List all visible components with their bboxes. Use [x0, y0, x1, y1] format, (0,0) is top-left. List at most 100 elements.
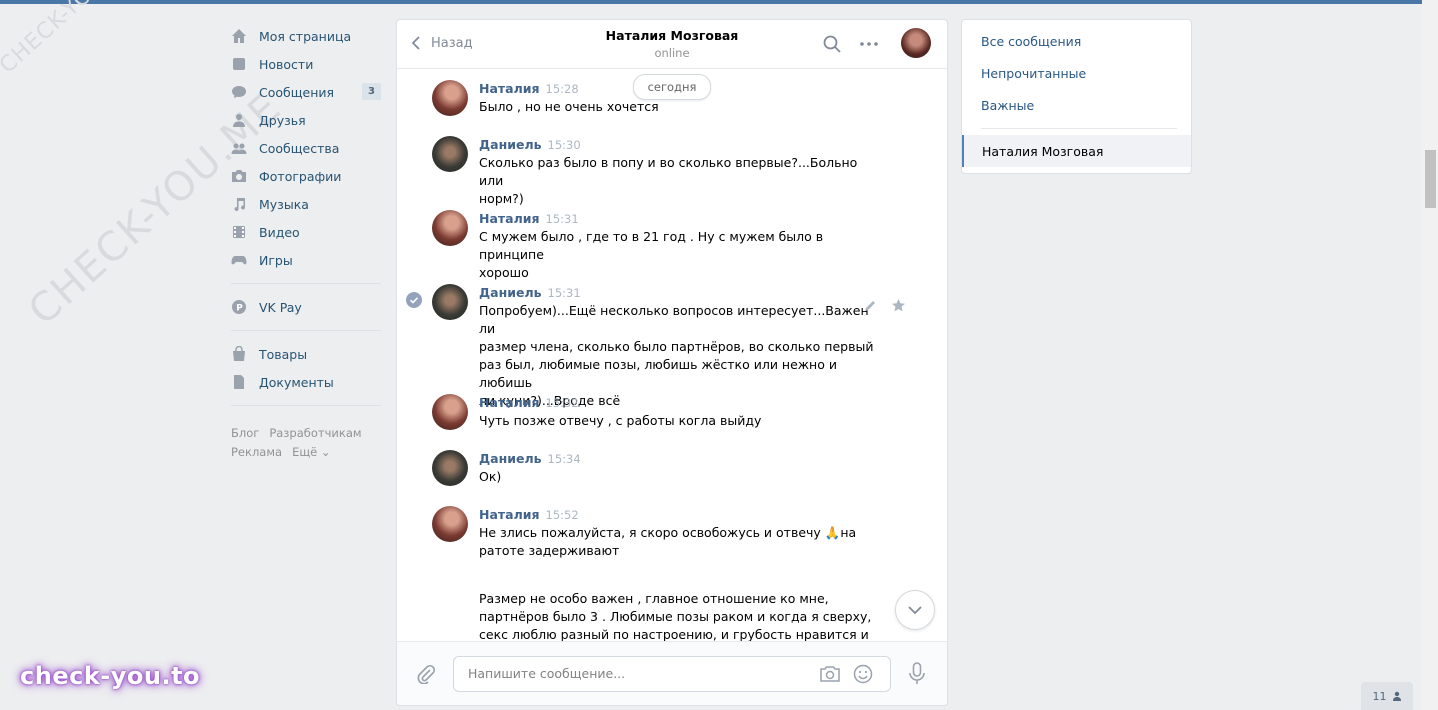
- message-text: Не злись пожалуйста, я скоро освобожусь …: [479, 525, 857, 558]
- online-count: 11: [1372, 689, 1387, 703]
- sidebar-item-label: Музыка: [259, 196, 309, 212]
- filter-all-messages[interactable]: Все сообщения: [981, 34, 1081, 49]
- bag-icon: [231, 346, 247, 362]
- message-time[interactable]: 15:31: [548, 286, 581, 300]
- message-text: Чуть позже отвечу , с работы когла выйду: [479, 413, 762, 428]
- message-text: Ок): [479, 469, 502, 484]
- avatar[interactable]: [432, 80, 468, 116]
- message-author[interactable]: Наталия: [479, 211, 540, 226]
- message-text: С мужем было , где то в 21 год . Ну с му…: [479, 229, 824, 280]
- page-scrollbar[interactable]: [1422, 0, 1438, 710]
- emoji-icon[interactable]: [853, 664, 873, 684]
- message-time[interactable]: 15:34: [548, 452, 581, 466]
- avatar[interactable]: [432, 506, 468, 542]
- sidebar-item-label: Моя страница: [259, 28, 352, 44]
- avatar[interactable]: [432, 210, 468, 246]
- sidebar-item-label: Друзья: [259, 112, 306, 128]
- sidebar-item-video[interactable]: Видео: [229, 218, 381, 246]
- message-time[interactable]: 15:31: [546, 212, 579, 226]
- watermark-brand: check-you.to: [20, 662, 201, 690]
- microphone-icon[interactable]: [907, 662, 927, 686]
- sidebar-divider: [231, 405, 381, 406]
- filter-unread[interactable]: Непрочитанные: [981, 66, 1086, 81]
- sidebar-item-photos[interactable]: Фотографии: [229, 162, 381, 190]
- avatar[interactable]: [432, 450, 468, 486]
- scroll-down-button[interactable]: [895, 590, 935, 630]
- chevron-down-icon: [908, 606, 922, 615]
- messages-count-badge: 3: [362, 83, 381, 100]
- message-text: Размер не особо важен , главное отношени…: [479, 591, 872, 641]
- avatar[interactable]: [432, 284, 468, 320]
- home-icon: [231, 28, 247, 44]
- footer-link-more[interactable]: Ещё ⌄: [292, 445, 330, 459]
- chat-panel: Назад Наталия Мозговая online Наталия 15:…: [396, 19, 948, 706]
- message-time[interactable]: 15:30: [548, 138, 581, 152]
- selected-check-icon[interactable]: [406, 292, 422, 308]
- message-input[interactable]: [466, 665, 810, 682]
- sidebar-item-label: VK Pay: [259, 299, 302, 315]
- sidebar-divider: [231, 330, 381, 331]
- message-author[interactable]: Даниель: [479, 285, 542, 300]
- sidebar-item-label: Документы: [259, 374, 334, 390]
- sidebar-item-news[interactable]: Новости: [229, 50, 381, 78]
- message-author[interactable]: Даниель: [479, 451, 542, 466]
- date-divider: сегодня: [633, 74, 711, 100]
- search-icon[interactable]: [822, 34, 842, 54]
- sidebar-item-documents[interactable]: Документы: [229, 368, 381, 396]
- avatar[interactable]: [432, 394, 468, 430]
- sidebar-item-vkpay[interactable]: P VK Pay: [229, 293, 381, 321]
- music-icon: [231, 196, 247, 212]
- top-bar: [0, 0, 1422, 4]
- avatar[interactable]: [901, 28, 931, 58]
- chat-header: Назад Наталия Мозговая online: [397, 20, 947, 69]
- user-icon: [1392, 691, 1401, 701]
- footer-link-ads[interactable]: Реклама: [231, 445, 282, 459]
- messages-icon: [231, 84, 247, 100]
- left-sidebar: Моя страница Новости Сообщения 3 Друзья …: [229, 22, 381, 462]
- message-input-box[interactable]: [453, 656, 891, 692]
- message-history[interactable]: Наталия 15:28 Было , но не очень хочется …: [397, 69, 947, 641]
- sidebar-item-label: Видео: [259, 224, 300, 240]
- filter-divider: [981, 128, 1177, 129]
- active-conversation-item[interactable]: Наталия Мозговая: [962, 135, 1191, 167]
- camera-icon: [231, 168, 247, 184]
- active-conversation-name: Наталия Мозговая: [982, 144, 1104, 159]
- sidebar-item-games[interactable]: Игры: [229, 246, 381, 274]
- message-author[interactable]: Наталия: [479, 81, 540, 96]
- message-time[interactable]: 15:28: [546, 82, 579, 96]
- watermark-small: CHECK-YOU.ME: [0, 0, 143, 79]
- sidebar-item-label: Сообщества: [259, 140, 340, 156]
- sidebar-item-label: Сообщения: [259, 84, 335, 100]
- sidebar-item-goods[interactable]: Товары: [229, 340, 381, 368]
- sidebar-item-friends[interactable]: Друзья: [229, 106, 381, 134]
- page-scrollbar-thumb[interactable]: [1425, 150, 1436, 208]
- filter-important[interactable]: Важные: [981, 98, 1034, 113]
- message-time[interactable]: 15:32: [546, 396, 579, 410]
- message-author[interactable]: Наталия: [479, 395, 540, 410]
- composer: [397, 641, 947, 705]
- sidebar-item-messages[interactable]: Сообщения 3: [229, 78, 381, 106]
- sidebar-item-label: Товары: [259, 346, 308, 362]
- sidebar-item-groups[interactable]: Сообщества: [229, 134, 381, 162]
- document-icon: [231, 374, 247, 390]
- message-author[interactable]: Наталия: [479, 507, 540, 522]
- sidebar-item-music[interactable]: Музыка: [229, 190, 381, 218]
- footer-link-blog[interactable]: Блог: [231, 426, 259, 440]
- sidebar-item-my-page[interactable]: Моя страница: [229, 22, 381, 50]
- message-author[interactable]: Даниель: [479, 137, 542, 152]
- paperclip-icon[interactable]: [416, 664, 436, 684]
- online-friends-counter[interactable]: 11: [1361, 682, 1413, 710]
- edit-icon[interactable]: [863, 299, 877, 313]
- star-icon[interactable]: [891, 298, 906, 313]
- message-text: Сколько раз было в попу и во сколько впе…: [479, 155, 858, 206]
- footer-link-developers[interactable]: Разработчикам: [269, 426, 361, 440]
- camera-icon[interactable]: [819, 665, 841, 683]
- sidebar-divider: [231, 283, 381, 284]
- friends-icon: [231, 112, 247, 128]
- svg-text:P: P: [236, 304, 243, 314]
- avatar[interactable]: [432, 136, 468, 172]
- sidebar-item-label: Новости: [259, 56, 314, 72]
- more-icon[interactable]: [859, 36, 879, 52]
- vkpay-icon: P: [231, 299, 247, 315]
- message-time[interactable]: 15:52: [546, 508, 579, 522]
